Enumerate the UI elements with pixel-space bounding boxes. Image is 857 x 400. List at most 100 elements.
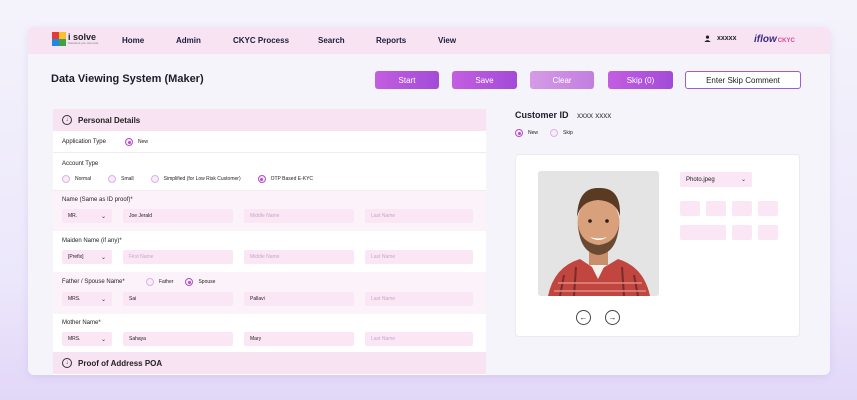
maiden-middle-input[interactable]: Middle Name — [244, 250, 354, 264]
customer-photo — [538, 171, 659, 296]
maiden-row: Maiden Name (if any)* [Prefix] ⌄ First Na… — [53, 231, 486, 272]
chevron-down-icon: ⌄ — [740, 177, 746, 183]
radio-dot-icon — [257, 175, 266, 183]
radio-account-small[interactable]: Small — [108, 175, 134, 183]
mother-label: Mother Name* — [62, 320, 101, 326]
maiden-label: Maiden Name (if any)* — [62, 238, 122, 244]
mother-first-input[interactable]: Sahaya — [123, 332, 233, 346]
thumbnail-slot[interactable] — [680, 225, 726, 240]
radio-label: Father — [159, 279, 174, 285]
select-value: [Prefix] — [68, 254, 84, 260]
account-type-label: Account Type — [62, 161, 99, 167]
thumbnail-slot[interactable] — [758, 201, 778, 216]
radio-dot-icon — [185, 278, 194, 286]
radio-label: New — [138, 139, 149, 145]
mother-middle-input[interactable]: Mary — [244, 332, 354, 346]
radio-spouse[interactable]: Spouse — [185, 278, 215, 286]
radio-account-normal[interactable]: Normal — [62, 175, 91, 183]
page-title: Data Viewing System (Maker) — [51, 73, 204, 85]
name-prefix-select[interactable]: MR. ⌄ — [62, 209, 112, 223]
thumbnail-slot[interactable] — [732, 225, 752, 240]
nav-search[interactable]: Search — [318, 36, 345, 45]
radio-application-new[interactable]: New — [125, 138, 148, 146]
thumbnail-slot[interactable] — [706, 201, 726, 216]
chevron-down-icon: ⌄ — [100, 213, 106, 220]
personal-details-header[interactable]: ↓ Personal Details — [53, 109, 486, 131]
app-window: i solve Solutions you can trust Home Adm… — [28, 27, 830, 375]
poa-header[interactable]: ↓ Proof of Address POA — [53, 352, 486, 374]
collapse-icon: ↓ — [62, 358, 72, 368]
logo-mark-icon — [52, 32, 66, 46]
radio-dot-icon — [108, 175, 117, 183]
select-value: MR. — [68, 213, 78, 219]
select-value: MRS. — [68, 336, 81, 342]
radio-dot-icon — [515, 129, 523, 137]
radio-account-otp-ekyc[interactable]: OTP Based E-KYC — [257, 175, 314, 183]
mother-prefix-select[interactable]: MRS. ⌄ — [62, 332, 112, 346]
radio-dot-icon — [150, 175, 159, 183]
thumbnail-slot[interactable] — [680, 201, 700, 216]
radio-label: Skip — [563, 130, 573, 136]
application-type-label: Application Type — [62, 139, 106, 145]
start-button[interactable]: Start — [375, 71, 439, 89]
name-row: Name (Same as ID proof)* MR. ⌄ Joe Jerald… — [53, 191, 486, 231]
nav-admin[interactable]: Admin — [176, 36, 201, 45]
brand-product: iflow — [754, 34, 777, 45]
father-spouse-middle-input[interactable]: Pallavi — [244, 292, 354, 306]
maiden-first-input[interactable]: First Name — [123, 250, 233, 264]
next-photo-button[interactable]: → — [605, 310, 620, 325]
thumbnail-slot[interactable] — [758, 225, 778, 240]
nav-reports[interactable]: Reports — [376, 36, 406, 45]
arrow-left-icon: ← — [579, 313, 588, 322]
radio-dot-icon — [146, 278, 154, 286]
user-menu[interactable]: xxxxx — [704, 35, 736, 42]
father-spouse-first-input[interactable]: Sai — [123, 292, 233, 306]
clear-button[interactable]: Clear — [530, 71, 594, 89]
customer-id-value: xxxx xxxx — [577, 111, 612, 120]
personal-details-title: Personal Details — [78, 115, 141, 125]
nav-ckyc-process[interactable]: CKYC Process — [233, 36, 289, 45]
chevron-down-icon: ⌄ — [100, 296, 106, 303]
skip-button[interactable]: Skip (0) — [608, 71, 673, 89]
maiden-last-input[interactable]: Last Name — [365, 250, 473, 264]
enter-skip-comment-button[interactable]: Enter Skip Comment — [685, 71, 801, 89]
radio-label: Spouse — [198, 279, 216, 285]
middle-name-input[interactable]: Middle Name — [244, 209, 354, 223]
radio-father[interactable]: Father — [146, 278, 173, 286]
save-button[interactable]: Save — [452, 71, 517, 89]
company-logo[interactable]: i solve Solutions you can trust — [52, 32, 98, 46]
radio-dot-icon — [550, 129, 559, 137]
name-label: Name (Same as ID proof)* — [62, 197, 133, 203]
first-name-input[interactable]: Joe Jerald — [123, 209, 233, 223]
chevron-down-icon: ⌄ — [100, 254, 106, 261]
father-spouse-last-input[interactable]: Last Name — [365, 292, 473, 306]
top-navbar: i solve Solutions you can trust Home Adm… — [28, 27, 830, 54]
mother-last-input[interactable]: Last Name — [365, 332, 473, 346]
form-panel: ↓ Personal Details Application Type New … — [53, 109, 486, 375]
collapse-icon: ↓ — [62, 115, 72, 125]
thumbnail-slot[interactable] — [732, 201, 752, 216]
radio-label: Small — [121, 176, 134, 182]
brand-suffix: CKYC — [777, 38, 795, 44]
previous-photo-button[interactable]: ← — [576, 310, 591, 325]
account-type-row: Account Type Normal Small Simplified (fo… — [53, 153, 486, 191]
radio-label: New — [528, 130, 539, 136]
product-brand: iflowCKYC — [754, 34, 795, 45]
radio-account-simplified[interactable]: Simplified (for Low Risk Customer) — [150, 175, 241, 183]
photo-file-select[interactable]: Photo.jpeg ⌄ — [680, 172, 752, 187]
application-type-row: Application Type New — [53, 131, 486, 153]
father-spouse-row: Father / Spouse Name* Father Spouse MRS.… — [53, 272, 486, 314]
select-value: Photo.jpeg — [686, 176, 715, 183]
mother-row: Mother Name* MRS. ⌄ Sahaya Mary Last Name — [53, 314, 486, 352]
father-spouse-prefix-select[interactable]: MRS. ⌄ — [62, 292, 112, 306]
maiden-prefix-select[interactable]: [Prefix] ⌄ — [62, 250, 112, 264]
person-photo-icon — [538, 171, 659, 296]
user-name: xxxxx — [717, 35, 737, 42]
radio-customer-new[interactable]: New — [515, 129, 538, 137]
last-name-input[interactable]: Last Name — [365, 209, 473, 223]
nav-home[interactable]: Home — [122, 36, 144, 45]
radio-customer-skip[interactable]: Skip — [550, 129, 573, 137]
nav-view[interactable]: View — [438, 36, 456, 45]
radio-label: OTP Based E-KYC — [270, 176, 314, 182]
logo-tagline: Solutions you can trust — [68, 41, 99, 45]
